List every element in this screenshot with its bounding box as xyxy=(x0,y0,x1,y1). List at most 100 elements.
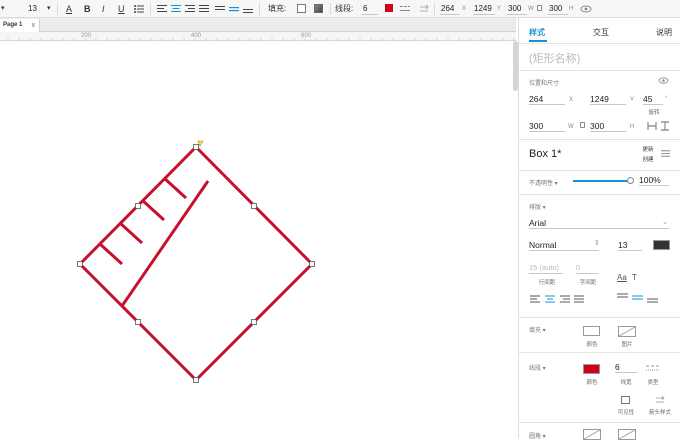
tab-style[interactable]: 样式 xyxy=(529,27,545,38)
fill-color-swatch[interactable] xyxy=(583,326,600,336)
ruler-mark: 600 xyxy=(301,33,312,39)
tab-notes[interactable]: 说明 xyxy=(656,27,672,38)
resize-handle[interactable] xyxy=(309,261,315,267)
design-canvas[interactable] xyxy=(0,41,516,438)
y-unit: Y xyxy=(630,97,635,103)
toolbar: ▾ 13 ▾ A B I U 填充: 线段: 6 264 X 1249 Y 30… xyxy=(0,0,680,18)
bold-icon[interactable]: B xyxy=(84,0,91,18)
valign-bottom-icon[interactable] xyxy=(242,3,254,15)
w-input[interactable]: 300 xyxy=(507,3,527,15)
lock-icon[interactable] xyxy=(537,5,542,11)
resize-handle[interactable] xyxy=(135,203,141,209)
font-size-field[interactable]: 13 xyxy=(618,239,642,251)
line-height-field[interactable]: 15 (auto) xyxy=(529,262,563,274)
line-color-swatch[interactable] xyxy=(583,364,600,374)
line-style-icon[interactable] xyxy=(399,3,411,15)
text-transform-icon[interactable]: T xyxy=(632,273,637,282)
ruler-mark: 200 xyxy=(81,33,92,39)
align-justify-icon[interactable] xyxy=(198,3,210,15)
valign-top-icon[interactable] xyxy=(617,293,628,301)
valign-middle-icon[interactable] xyxy=(228,3,240,15)
update-style-link[interactable]: 更新 xyxy=(639,145,657,153)
font-size-input[interactable]: 13 xyxy=(27,3,47,15)
toolbar-divider xyxy=(57,3,58,15)
bullet-list-icon[interactable] xyxy=(133,3,145,15)
corner-swatch[interactable] xyxy=(583,429,601,440)
align-left-icon[interactable] xyxy=(530,295,540,303)
opacity-slider[interactable] xyxy=(573,177,634,184)
fit-width-icon[interactable] xyxy=(647,121,657,131)
resize-handle[interactable] xyxy=(193,377,199,383)
visibility-icon[interactable] xyxy=(621,396,630,404)
shape-name-input[interactable]: (矩形名称) xyxy=(529,50,580,66)
valign-top-icon[interactable] xyxy=(214,3,226,15)
font-family-select[interactable]: Arial xyxy=(529,217,669,229)
resize-handle[interactable] xyxy=(77,261,83,267)
fit-height-icon[interactable] xyxy=(660,121,670,131)
opacity-field[interactable]: 100% xyxy=(639,174,669,186)
stepper-icon[interactable]: ⇕ xyxy=(594,239,600,247)
line-section-label: 线段 ▾ xyxy=(529,366,546,372)
lock-icon[interactable] xyxy=(580,122,585,128)
opacity-slider-knob[interactable] xyxy=(627,177,634,184)
tab-interaction[interactable]: 交互 xyxy=(593,27,609,38)
resize-handle[interactable] xyxy=(251,319,257,325)
divider xyxy=(519,43,680,44)
resize-handle[interactable] xyxy=(193,144,199,150)
fill-label: 填充: xyxy=(268,4,287,13)
text-case-icon[interactable]: Aa xyxy=(617,273,627,282)
w-unit: W xyxy=(528,6,534,12)
inspector-panel: 样式 交互 说明 (矩形名称) 位置和尺寸 264 X 1249 Y 45 ° … xyxy=(518,18,680,440)
text-color-icon[interactable]: A xyxy=(66,0,72,18)
divider xyxy=(519,139,680,140)
divider xyxy=(519,352,680,353)
align-justify-icon[interactable] xyxy=(574,295,584,303)
resize-handle[interactable] xyxy=(251,203,257,209)
create-style-link[interactable]: 创建 xyxy=(639,155,657,163)
resize-handle[interactable] xyxy=(135,319,141,325)
x-input[interactable]: 264 xyxy=(440,3,460,15)
chevron-down-icon[interactable]: ⌄ xyxy=(662,218,668,226)
underline-icon[interactable]: U xyxy=(118,0,125,18)
rotation-field[interactable]: 45 xyxy=(643,93,663,105)
italic-icon[interactable]: I xyxy=(102,0,105,18)
fill-shadow-icon[interactable] xyxy=(314,4,323,13)
fill-image-swatch[interactable] xyxy=(618,326,636,337)
canvas-drawing xyxy=(77,140,315,383)
style-menu-icon[interactable] xyxy=(660,149,671,158)
align-right-icon[interactable] xyxy=(560,295,570,303)
h-unit: H xyxy=(569,6,574,12)
line-width-input[interactable]: 6 xyxy=(362,3,378,15)
line-type-icon[interactable] xyxy=(646,364,660,374)
tab-page-1[interactable]: Page 1 x xyxy=(0,19,40,32)
line-width-field[interactable]: 6 xyxy=(615,361,637,373)
font-size-dropdown-icon[interactable]: ▾ xyxy=(47,0,51,18)
align-left-icon[interactable] xyxy=(156,3,168,15)
arrow-style-icon[interactable] xyxy=(418,3,430,15)
valign-middle-icon[interactable] xyxy=(632,294,643,302)
fill-color-swatch[interactable] xyxy=(297,4,306,13)
chevron-down-icon[interactable]: ▾ xyxy=(1,0,5,18)
y-field[interactable]: 1249 xyxy=(590,93,626,105)
line-color-swatch[interactable] xyxy=(385,4,393,12)
align-center-icon[interactable] xyxy=(545,295,555,303)
x-field[interactable]: 264 xyxy=(529,93,565,105)
h-field[interactable]: 300 xyxy=(590,120,626,132)
y-input[interactable]: 1249 xyxy=(473,3,495,15)
arrow-style-icon[interactable] xyxy=(655,396,665,405)
w-field[interactable]: 300 xyxy=(529,120,565,132)
line-height-label: 行间距 xyxy=(538,280,556,286)
align-right-icon[interactable] xyxy=(184,3,196,15)
eye-icon[interactable] xyxy=(580,3,592,15)
align-center-icon[interactable] xyxy=(170,3,182,15)
rotated-box-shape[interactable] xyxy=(77,144,315,383)
valign-bottom-icon[interactable] xyxy=(647,295,658,303)
letter-spacing-field[interactable]: 0 xyxy=(576,262,598,274)
font-weight-select[interactable]: Normal xyxy=(529,239,599,251)
text-color-swatch[interactable] xyxy=(653,240,670,250)
h-input[interactable]: 300 xyxy=(548,3,568,15)
corner-swatch[interactable] xyxy=(618,429,636,440)
eye-icon[interactable] xyxy=(658,76,669,85)
close-icon[interactable]: x xyxy=(32,19,36,32)
style-name[interactable]: Box 1* xyxy=(529,148,561,160)
